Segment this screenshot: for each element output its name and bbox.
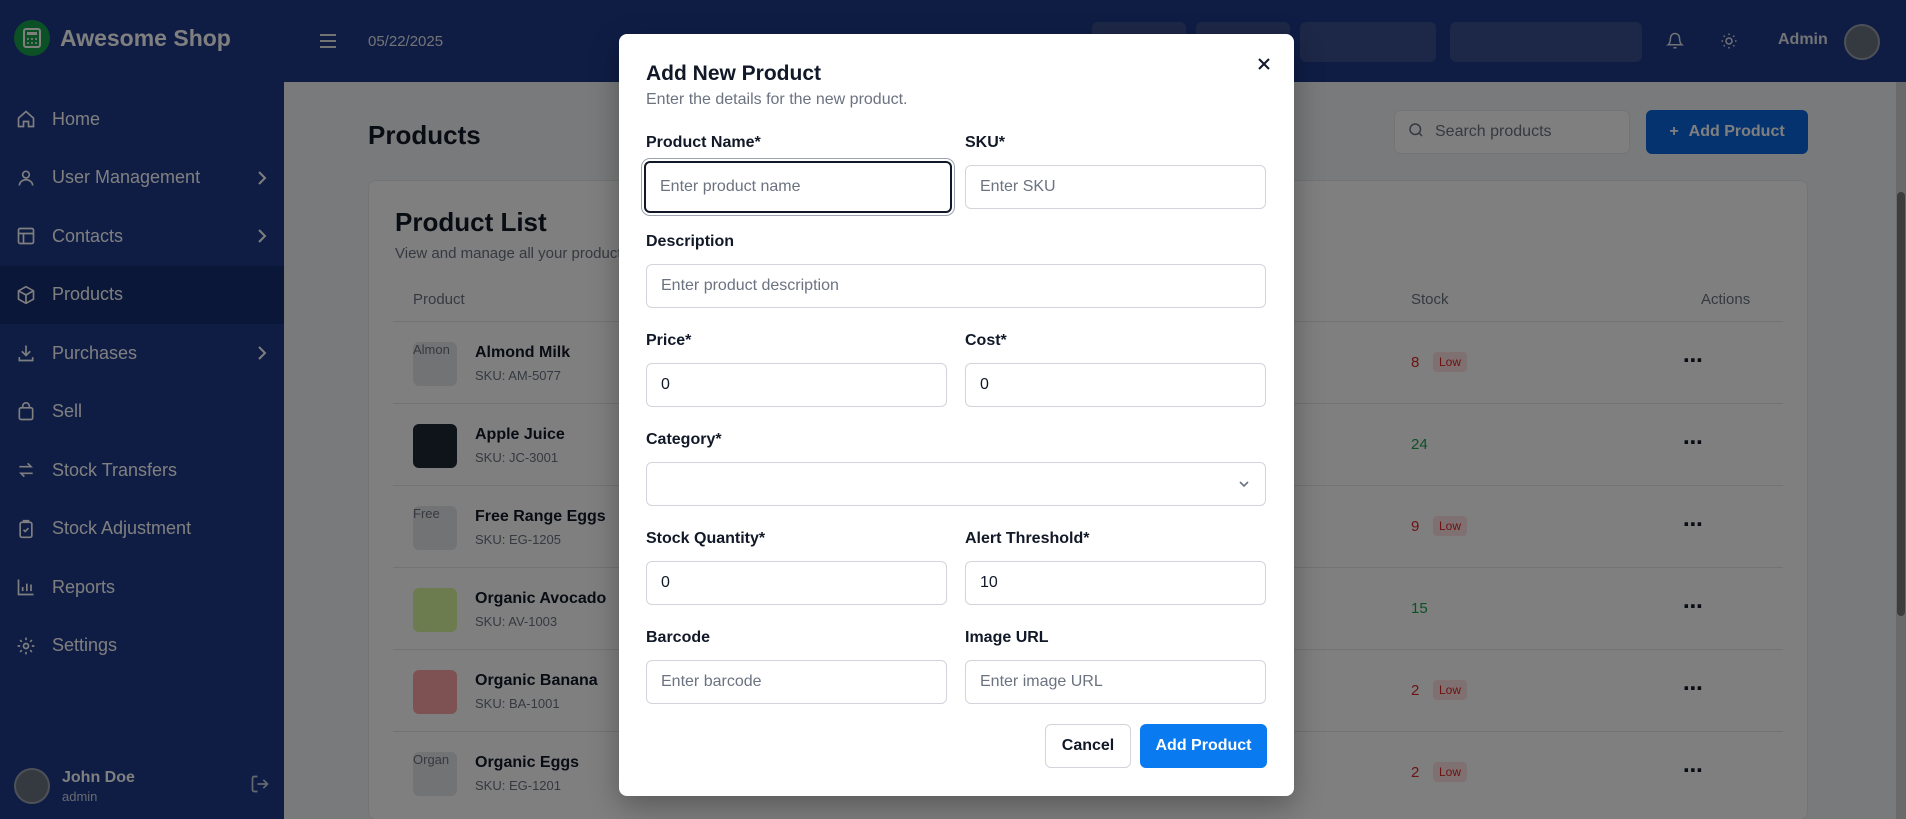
close-icon[interactable] (1252, 52, 1276, 76)
cost-input[interactable] (965, 363, 1266, 407)
stock-quantity-input[interactable] (646, 561, 947, 605)
cost-label: Cost* (965, 332, 1007, 349)
product-name-label: Product Name* (646, 134, 761, 151)
stock-quantity-label: Stock Quantity* (646, 530, 766, 547)
dialog-subtitle: Enter the details for the new product. (646, 91, 908, 108)
barcode-input[interactable] (646, 660, 947, 704)
description-label: Description (646, 233, 735, 250)
alert-threshold-input[interactable] (965, 561, 1266, 605)
cancel-button[interactable]: Cancel (1045, 724, 1131, 768)
add-product-dialog: Add New Product Enter the details for th… (619, 34, 1294, 796)
price-input[interactable] (646, 363, 947, 407)
description-input[interactable] (646, 264, 1266, 308)
sku-label: SKU* (965, 134, 1006, 151)
add-product-submit-button[interactable]: Add Product (1140, 724, 1267, 768)
image-url-input[interactable] (965, 660, 1266, 704)
category-label: Category* (646, 431, 722, 448)
product-name-input[interactable] (644, 161, 952, 213)
image-url-label: Image URL (965, 629, 1049, 646)
dialog-title: Add New Product (646, 62, 822, 85)
chevron-down-icon (1237, 477, 1251, 496)
category-select[interactable] (646, 462, 1266, 506)
sku-input[interactable] (965, 165, 1266, 209)
barcode-label: Barcode (646, 629, 711, 646)
alert-threshold-label: Alert Threshold* (965, 530, 1090, 547)
price-label: Price* (646, 332, 692, 349)
